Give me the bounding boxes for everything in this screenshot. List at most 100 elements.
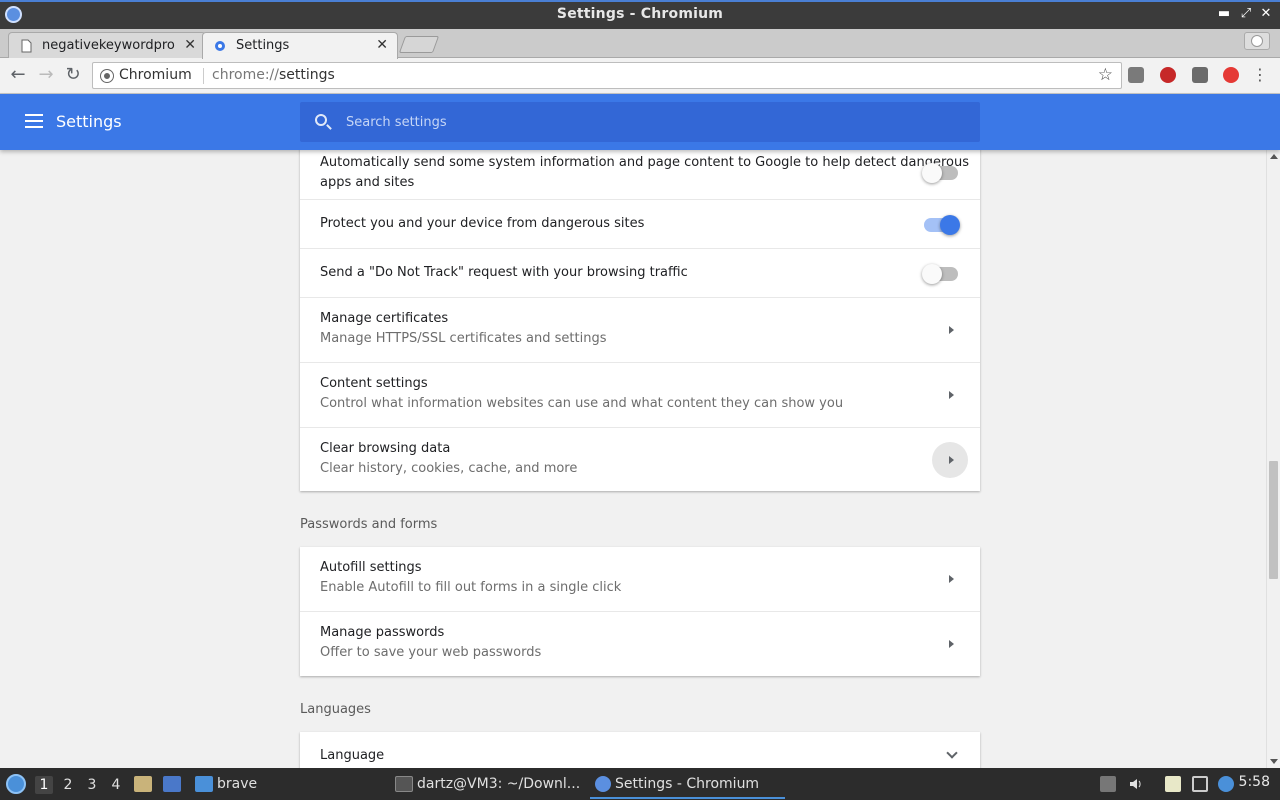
folder-icon: [195, 776, 213, 792]
chevron-right-icon: [949, 640, 954, 648]
privacy-card: Automatically send some system informati…: [300, 150, 980, 491]
settings-row-do-not-track[interactable]: Send a "Do Not Track" request with your …: [300, 248, 980, 297]
row-label: Send a "Do Not Track" request with your …: [320, 265, 688, 280]
active-task-indicator: [590, 797, 785, 799]
settings-row-language[interactable]: Language: [300, 732, 980, 768]
hamburger-menu-icon[interactable]: [25, 114, 43, 128]
site-chip: Chromium: [119, 67, 192, 83]
taskbar-item-label: brave: [217, 776, 258, 792]
taskbar-item-label: Settings - Chromium: [615, 776, 760, 792]
restore-button[interactable]: ⤢: [1238, 6, 1254, 22]
terminal-icon: [395, 776, 413, 792]
close-tab-icon[interactable]: ✕: [376, 37, 388, 53]
tray-updates-icon[interactable]: [1100, 776, 1116, 792]
scroll-down-arrow-icon[interactable]: [1270, 759, 1278, 764]
settings-row-manage-passwords[interactable]: Manage passwords Offer to save your web …: [300, 611, 980, 676]
settings-row-autofill[interactable]: Autofill settings Enable Autofill to fil…: [300, 547, 980, 611]
reload-button[interactable]: ↻: [63, 65, 83, 85]
settings-row-content-settings[interactable]: Content settings Control what informatio…: [300, 362, 980, 427]
gear-icon: [215, 41, 225, 51]
toggle-knob: [922, 163, 942, 183]
show-desktop-icon[interactable]: [163, 776, 181, 792]
chevron-right-icon: [949, 575, 954, 583]
toggle-switch[interactable]: [922, 264, 958, 284]
toggle-knob: [940, 215, 960, 235]
extension-2-icon[interactable]: [1160, 67, 1176, 83]
workspace-3[interactable]: 3: [83, 776, 101, 794]
chrome-page-icon[interactable]: [100, 69, 114, 83]
url-path: settings: [279, 67, 335, 83]
row-label: Content settings: [320, 376, 428, 391]
row-label: Automatically send some system informati…: [320, 155, 970, 170]
minimize-button[interactable]: ▬: [1216, 6, 1232, 22]
row-label: Manage certificates: [320, 311, 449, 326]
chevron-right-icon[interactable]: [949, 456, 954, 464]
profile-icon: [1251, 35, 1263, 47]
page-scrollbar[interactable]: [1266, 150, 1280, 768]
clipboard-icon[interactable]: [1165, 776, 1181, 792]
back-button[interactable]: ←: [8, 65, 28, 85]
toggle-knob: [922, 264, 942, 284]
volume-icon[interactable]: [1128, 776, 1144, 792]
taskbar-item-brave[interactable]: brave: [195, 774, 257, 794]
row-label: Manage passwords: [320, 625, 445, 640]
scroll-up-arrow-icon[interactable]: [1270, 154, 1278, 159]
extension-4-icon[interactable]: [1223, 67, 1239, 83]
chip-separator: [203, 68, 204, 84]
tab-label: Settings: [236, 38, 290, 53]
start-menu-icon[interactable]: [6, 774, 26, 794]
row-label: Protect you and your device from dangero…: [320, 216, 645, 231]
page-icon: [21, 39, 32, 53]
new-tab-button[interactable]: [398, 36, 440, 53]
notification-icon[interactable]: [1218, 776, 1234, 792]
page-title: Settings: [56, 112, 122, 131]
passwords-card: Autofill settings Enable Autofill to fil…: [300, 547, 980, 676]
tab-label: negativekeywordpro: [42, 38, 175, 53]
toggle-switch[interactable]: [924, 215, 960, 235]
taskbar-item-terminal[interactable]: dartz@VM3: ~/Downl...: [395, 774, 580, 794]
settings-content: Automatically send some system informati…: [0, 150, 1266, 768]
close-window-button[interactable]: ✕: [1258, 6, 1274, 22]
row-description: Control what information websites can us…: [320, 396, 844, 411]
row-description: Clear history, cookies, cache, and more: [320, 461, 578, 476]
settings-search[interactable]: [300, 102, 980, 142]
settings-row-safe-browsing[interactable]: Protect you and your device from dangero…: [300, 199, 980, 248]
browser-menu-icon[interactable]: ⋮: [1252, 65, 1268, 85]
scrollbar-thumb[interactable]: [1269, 461, 1278, 579]
section-title-languages: Languages: [300, 702, 371, 717]
settings-row-safe-browsing-reporting[interactable]: Automatically send some system informati…: [300, 150, 980, 199]
row-label: Autofill settings: [320, 560, 422, 575]
extension-1-icon[interactable]: [1128, 67, 1144, 83]
close-tab-icon[interactable]: ✕: [184, 37, 196, 53]
network-icon[interactable]: [1192, 776, 1208, 792]
taskbar-item-chromium[interactable]: Settings - Chromium: [595, 774, 759, 794]
toggle-switch[interactable]: [922, 163, 958, 183]
chevron-down-icon[interactable]: [946, 747, 958, 759]
settings-row-manage-certificates[interactable]: Manage certificates Manage HTTPS/SSL cer…: [300, 297, 980, 362]
search-input[interactable]: [346, 112, 946, 132]
workspace-4[interactable]: 4: [107, 776, 125, 794]
clock[interactable]: 5:58: [1239, 774, 1270, 790]
tab-strip: negativekeywordpro ✕ Settings ✕: [0, 29, 1280, 59]
chevron-right-icon: [949, 391, 954, 399]
bookmark-star-icon[interactable]: ☆: [1098, 65, 1113, 85]
row-description: Manage HTTPS/SSL certificates and settin…: [320, 331, 607, 346]
tab-settings[interactable]: Settings ✕: [202, 32, 398, 59]
chromium-icon: [595, 776, 611, 792]
workspace-2[interactable]: 2: [59, 776, 77, 794]
tab-negativekeyword[interactable]: negativekeywordpro ✕: [8, 32, 206, 59]
workspace-1[interactable]: 1: [35, 776, 53, 794]
chevron-right-icon: [949, 326, 954, 334]
settings-row-clear-browsing-data[interactable]: Clear browsing data Clear history, cooki…: [300, 427, 980, 491]
address-bar[interactable]: Chromium chrome://settings ☆: [92, 62, 1122, 89]
url-text[interactable]: chrome://settings: [212, 67, 335, 83]
row-description: Offer to save your web passwords: [320, 645, 542, 660]
file-manager-icon[interactable]: [134, 776, 152, 792]
forward-button[interactable]: →: [36, 65, 56, 85]
taskbar-item-label: dartz@VM3: ~/Downl...: [417, 776, 581, 792]
settings-header: Settings: [0, 94, 1280, 150]
profile-button[interactable]: [1244, 32, 1270, 50]
window-title: Settings - Chromium: [556, 6, 724, 22]
languages-card: Language: [300, 732, 980, 768]
extension-3-icon[interactable]: [1192, 67, 1208, 83]
